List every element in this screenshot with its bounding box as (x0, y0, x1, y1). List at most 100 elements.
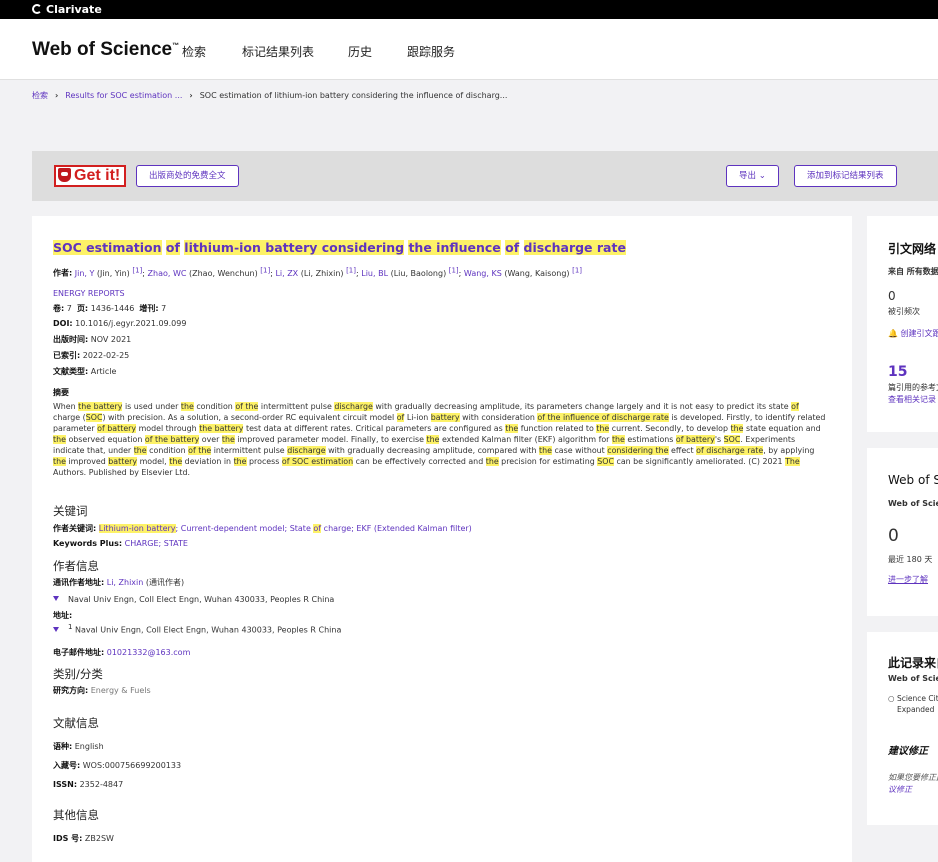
abstract-segment: When (53, 402, 79, 411)
journal-link[interactable]: ENERGY REPORTS (53, 289, 125, 298)
author-keyword-segment: ; Current-dependent model; State (175, 524, 314, 533)
issn-value: 2352-4847 (79, 780, 124, 789)
title-segment: SOC estimation (53, 240, 162, 255)
doi-row: DOI: 10.1016/j.egyr.2021.09.099 (53, 319, 186, 328)
keywords-heading: 关键词 (53, 504, 88, 518)
breadcrumb-results[interactable]: Results for SOC estimation ... (65, 91, 182, 100)
chevron-right-icon: › (189, 91, 193, 100)
author-affiliation-ref[interactable]: [1] (346, 266, 356, 274)
doi-value: 10.1016/j.egyr.2021.09.099 (75, 319, 187, 328)
times-cited-count[interactable]: 0 (888, 289, 896, 303)
caret-down-icon[interactable] (53, 626, 59, 632)
breadcrumb-current: SOC estimation of lithium-ion battery co… (199, 91, 508, 100)
doctype-row: 文献类型: Article (53, 366, 116, 377)
supplement-value: 7 (161, 304, 167, 313)
accession-value: WOS:000756699200133 (82, 761, 182, 770)
author-affiliation-ref[interactable]: [1] (132, 266, 142, 274)
wos-usage-card: Web of Science Web of Science 核心合集 0 最近 … (867, 448, 938, 616)
author-affiliation-ref[interactable]: [1] (572, 266, 582, 274)
breadcrumb-search[interactable]: 检索 (32, 91, 48, 100)
abstract-segment: condition (146, 446, 189, 455)
learn-more-link[interactable]: 进一步了解 (888, 574, 928, 585)
email-link[interactable]: 01021332@163.com (107, 648, 191, 657)
abstract-segment: the (53, 457, 66, 466)
citation-network-title: 引文网络 (888, 242, 937, 256)
create-alert-link[interactable]: 🔔 创建引文跟踪 (888, 328, 938, 339)
abstract-segment: the (233, 457, 247, 466)
suggest-correction-link[interactable]: 议修正 (888, 784, 912, 795)
author-link[interactable]: Li, ZX (275, 269, 298, 278)
ids-value: ZB2SW (84, 834, 114, 843)
cited-references-count[interactable]: 15 (888, 364, 907, 380)
authors-list: Jin, Y (Jin, Yin) [1]; Zhao, WC (Zhao, W… (75, 266, 582, 278)
source-list-item: ○ Science Citation Index (888, 694, 938, 703)
title-segment: lithium-ion battery considering (184, 240, 405, 255)
export-button[interactable]: 导出 ⌄ (726, 165, 779, 187)
source-item-line1: Science Citation Index (896, 694, 938, 703)
abstract-segment: is used under (122, 402, 181, 411)
action-bar: Get it! 出版商处的免费全文 导出 ⌄ 添加到标记结果列表 (32, 151, 938, 201)
abstract-segment: the (596, 424, 610, 433)
citation-network-card: 引文网络 来自 所有数据库 0 被引频次 🔔 创建引文跟踪 15 篇引用的参考文… (867, 216, 938, 432)
record-source-title: 此记录来自: (888, 656, 938, 670)
author-link[interactable]: Zhao, WC (148, 269, 187, 278)
nav-history[interactable]: 历史 (348, 43, 372, 60)
abstract-segment: battery (430, 413, 460, 422)
abstract-segment: of (791, 402, 799, 411)
author-link[interactable]: Liu, BL (361, 269, 388, 278)
abstract-text: When the battery is used under the condi… (53, 401, 828, 478)
nav-marked-list[interactable]: 标记结果列表 (242, 43, 314, 60)
keywords-plus-value[interactable]: CHARGE; STATE (125, 539, 188, 548)
abstract-segment: SOC (723, 435, 741, 444)
volume-row: 卷: 7 页: 1436-1446 增刊: 7 (53, 303, 166, 314)
cited-references-label: 篇引用的参考文献 (888, 383, 938, 392)
author-affiliation-ref[interactable]: [1] (260, 266, 270, 274)
view-related-link[interactable]: 查看相关记录 (888, 394, 936, 405)
usage-count: 0 (888, 526, 899, 546)
email-row: 电子邮件地址: 01021332@163.com (53, 647, 190, 658)
chevron-right-icon: › (55, 91, 59, 100)
wos-usage-subtitle: Web of Science 核心合集 (888, 499, 938, 508)
abstract-segment: case without (551, 446, 608, 455)
abstract-segment: ) with precision. As a solution, a secon… (102, 413, 397, 422)
volume-label: 卷: (53, 304, 65, 313)
language-label: 语种: (53, 742, 73, 751)
caret-down-icon[interactable] (53, 596, 59, 601)
supplement-label: 增刊: (139, 304, 159, 313)
issn-label: ISSN: (53, 780, 78, 789)
nav-alerts[interactable]: 跟踪服务 (407, 43, 455, 60)
getit-button[interactable]: Get it! (54, 165, 127, 187)
free-fulltext-button[interactable]: 出版商处的免费全文 (136, 165, 239, 187)
author-info-heading: 作者信息 (53, 559, 99, 573)
doctype-value: Article (90, 367, 117, 376)
doctype-label: 文献类型: (53, 367, 89, 376)
nav-search[interactable]: 检索 (182, 43, 206, 60)
indexed-row: 已索引: 2022-02-25 (53, 350, 129, 361)
abstract-segment: SOC (597, 457, 614, 466)
author-link[interactable]: Wang, KS (464, 269, 502, 278)
corresponding-label: 通讯作者地址: (53, 578, 105, 587)
abstract-segment: considering the (607, 446, 669, 455)
abstract-segment: can be effectively corrected and (353, 457, 486, 466)
abstract-segment: the (53, 435, 66, 444)
abstract-segment: with gradually decreasing amplitude, com… (325, 446, 539, 455)
author-keywords-list[interactable]: Lithium-ion battery; Current-dependent m… (98, 524, 472, 533)
indexed-value: 2022-02-25 (82, 351, 130, 360)
author-affiliation-ref[interactable]: [1] (449, 266, 459, 274)
abstract-segment: the (611, 435, 625, 444)
getit-shield-icon (58, 168, 71, 182)
abstract-segment: extended Kalman filter (EKF) algorithm f… (439, 435, 612, 444)
wos-logo[interactable]: Web of Science™ (32, 39, 179, 61)
abstract-segment: battery (108, 457, 138, 466)
author-link[interactable]: Jin, Y (75, 269, 95, 278)
author-keywords-label: 作者关键词: (53, 524, 97, 533)
abstract-label: 摘要 (53, 388, 69, 397)
corresponding-author-link[interactable]: Li, Zhixin (107, 578, 144, 587)
corresponding-row: 通讯作者地址: Li, Zhixin (通讯作者) (53, 577, 184, 588)
record-title[interactable]: SOC estimation of lithium-ion battery co… (53, 240, 626, 255)
pages-value: 1436-1446 (90, 304, 135, 313)
pubdate-value: NOV 2021 (90, 335, 132, 344)
author-fullname: (Jin, Yin) (94, 268, 133, 278)
abstract-segment: of SOC estimation (281, 457, 354, 466)
add-to-marked-list-button[interactable]: 添加到标记结果列表 (794, 165, 897, 187)
